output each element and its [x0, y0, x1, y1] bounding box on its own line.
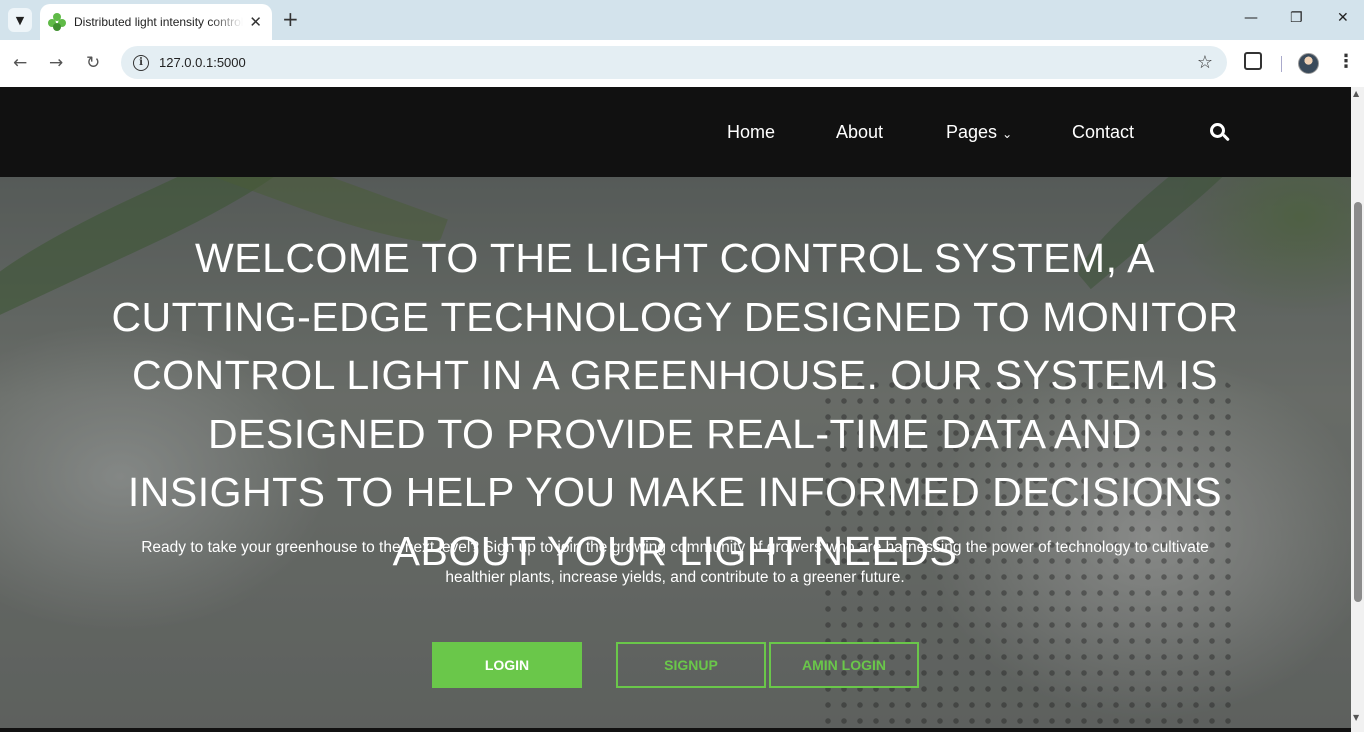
address-bar[interactable]: i 127.0.0.1:5000 ☆ [121, 46, 1227, 79]
admin-login-button[interactable]: AMIN LOGIN [769, 642, 919, 688]
scroll-down-icon[interactable]: ▼ [1353, 713, 1359, 722]
restore-button[interactable]: ❐ [1290, 10, 1303, 26]
page-viewport: Home About Pages ⌄ Contact Welcome to th… [0, 87, 1351, 728]
signup-button[interactable]: SIGNUP [616, 642, 766, 688]
nav-pages[interactable]: Pages ⌄ [946, 122, 1012, 143]
info-icon[interactable]: i [133, 54, 149, 71]
toolbar-divider [1281, 56, 1282, 72]
scroll-thumb[interactable] [1354, 202, 1362, 602]
tab-search-icon[interactable]: ▼ [8, 8, 32, 32]
new-tab-button[interactable]: + [282, 9, 299, 29]
menu-icon[interactable]: ⋮ [1337, 51, 1355, 72]
back-icon[interactable]: ← [13, 53, 27, 73]
login-button[interactable]: LOGIN [432, 642, 582, 688]
tab-strip: ▼ Distributed light intensity control ✕ … [0, 0, 1364, 40]
scrollbar[interactable]: ▲ ▼ [1351, 87, 1364, 732]
browser-toolbar: ← → ↻ i 127.0.0.1:5000 ☆ ⋮ [0, 40, 1364, 87]
reload-icon[interactable]: ↻ [86, 53, 100, 73]
hero-section: Welcome to the Light Control System, a c… [0, 177, 1351, 728]
page-bottom-edge [0, 728, 1351, 732]
site-navbar: Home About Pages ⌄ Contact [0, 87, 1351, 177]
hero-title: Welcome to the Light Control System, a c… [111, 235, 1239, 574]
browser-tab[interactable]: Distributed light intensity control ✕ [40, 4, 272, 40]
forward-icon[interactable]: → [49, 53, 63, 73]
url-text[interactable]: 127.0.0.1:5000 [159, 55, 246, 70]
favicon-icon [48, 13, 66, 31]
search-icon[interactable] [1210, 123, 1230, 143]
minimize-button[interactable]: — [1244, 10, 1258, 26]
window-close-button[interactable]: ✕ [1337, 10, 1349, 26]
nav-about[interactable]: About [836, 122, 883, 143]
nav-home[interactable]: Home [727, 122, 775, 143]
tab-title: Distributed light intensity control [74, 15, 244, 29]
nav-pages-label: Pages [946, 122, 998, 142]
nav-contact[interactable]: Contact [1072, 122, 1134, 143]
close-tab-icon[interactable]: ✕ [249, 13, 262, 31]
profile-avatar[interactable] [1298, 53, 1319, 74]
hero-subtitle: Ready to take your greenhouse to the nex… [141, 539, 1209, 586]
star-icon[interactable]: ☆ [1197, 52, 1213, 73]
scroll-up-icon[interactable]: ▲ [1353, 89, 1359, 98]
extensions-icon[interactable] [1244, 52, 1262, 70]
chevron-down-icon: ⌄ [1002, 127, 1013, 141]
